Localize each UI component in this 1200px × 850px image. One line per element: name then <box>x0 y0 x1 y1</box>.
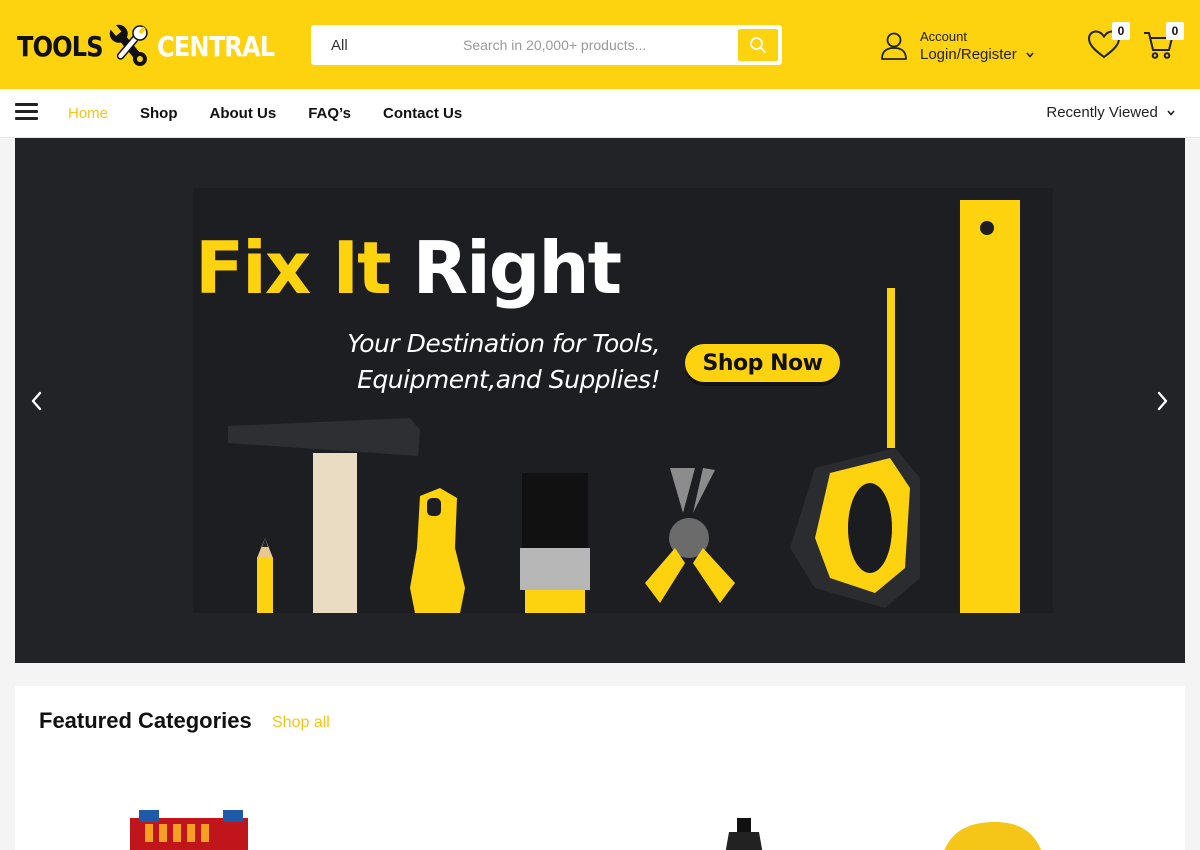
category-thumb-3 <box>725 818 763 850</box>
logo[interactable]: TOOLS CENTRAL <box>17 20 293 72</box>
chevron-left-icon[interactable] <box>27 388 47 414</box>
search-bar: All <box>311 25 782 65</box>
hero-subtitle-line2: Equipment,and Supplies! <box>357 365 660 394</box>
chevron-right-icon[interactable] <box>1152 388 1172 414</box>
hero-title-part2: Right <box>412 226 622 310</box>
nav-link-contact-us[interactable]: Contact Us <box>367 105 478 122</box>
wishlist-button[interactable]: 0 <box>1087 22 1130 62</box>
nav-link-shop[interactable]: Shop <box>124 105 194 122</box>
cart-count-badge: 0 <box>1166 22 1184 40</box>
user-icon <box>881 32 907 60</box>
search-button[interactable] <box>738 29 778 61</box>
hero-banner: Fix It Right Your Destination for Tools,… <box>15 138 1185 663</box>
recently-viewed-dropdown[interactable]: Recently Viewed <box>1046 104 1176 121</box>
hero-title-part1: Fix It <box>195 226 392 310</box>
site-header: TOOLS CENTRAL All Search in 20,000+ prod… <box>0 0 1200 89</box>
main-nav: Home Shop About Us FAQ’s Contact Us Rece… <box>0 89 1200 138</box>
nav-link-about-us[interactable]: About Us <box>194 105 293 122</box>
category-thumbnails <box>130 810 1041 850</box>
category-thumb-4 <box>944 822 1041 850</box>
nav-link-home[interactable]: Home <box>52 105 124 122</box>
category-thumb-1 <box>130 810 248 850</box>
wishlist-count-badge: 0 <box>1112 22 1130 40</box>
wrench-icon <box>109 23 148 67</box>
account-menu[interactable]: Account Login/Register <box>880 26 1035 66</box>
hero-subtitle-line1: Your Destination for Tools, <box>347 329 660 358</box>
search-input[interactable] <box>463 34 733 56</box>
search-category-select[interactable]: All <box>331 37 348 54</box>
hero-title: Fix It Right <box>195 226 622 310</box>
shop-now-button[interactable]: Shop Now <box>685 344 840 382</box>
featured-categories-title: Featured Categories <box>39 708 252 733</box>
tools-illustration <box>228 200 1020 613</box>
logo-word-central: CENTRAL <box>157 29 275 63</box>
hero-subtitle: Your Destination for Tools, Equipment,an… <box>320 326 660 398</box>
recently-viewed-label: Recently Viewed <box>1046 104 1158 121</box>
menu-icon[interactable] <box>15 103 38 121</box>
search-icon <box>750 37 766 53</box>
chevron-down-icon <box>1026 52 1034 58</box>
login-register-link[interactable]: Login/Register <box>920 46 1017 63</box>
chevron-down-icon <box>1167 110 1175 116</box>
logo-word-tools: TOOLS <box>17 29 104 63</box>
shop-all-link[interactable]: Shop all <box>272 714 330 732</box>
featured-categories-section: Featured Categories Shop all <box>15 686 1185 850</box>
nav-link-faqs[interactable]: FAQ’s <box>292 105 367 122</box>
account-label: Account <box>920 29 967 44</box>
cart-button[interactable]: 0 <box>1142 22 1184 62</box>
